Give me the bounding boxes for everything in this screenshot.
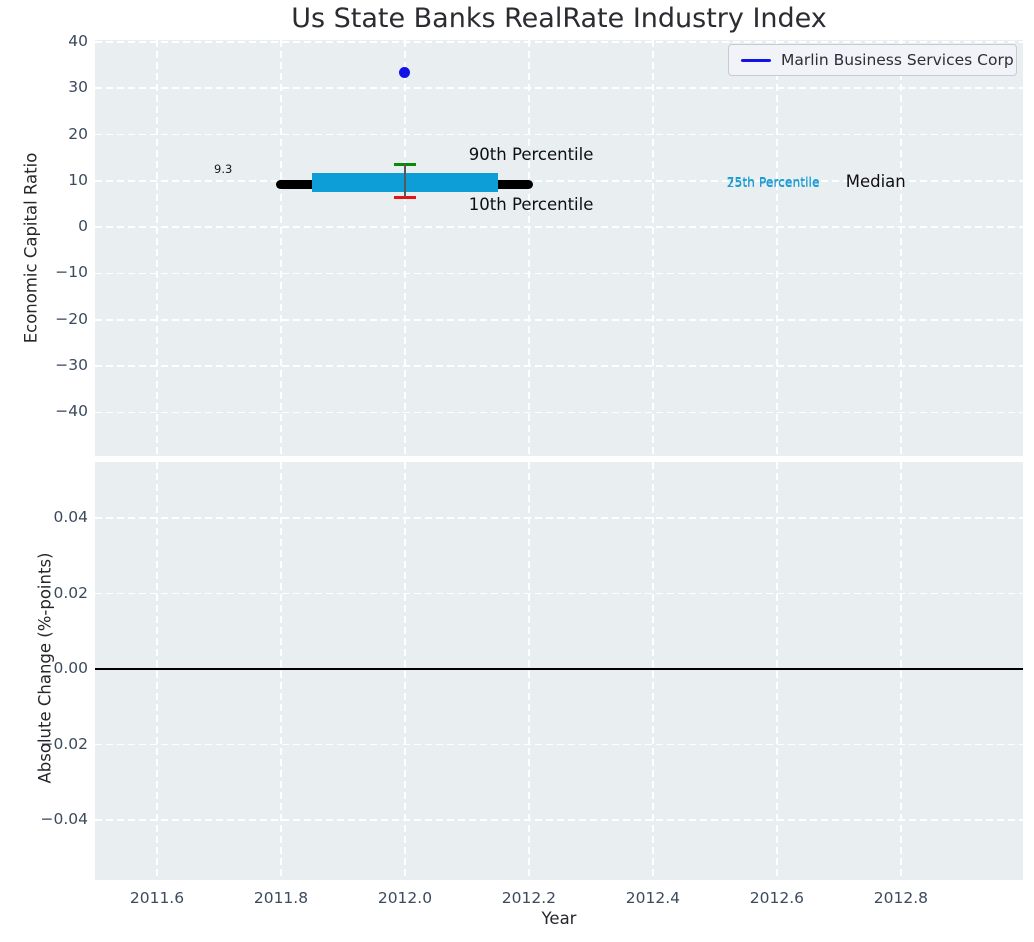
top-axes [95,40,1023,456]
legend-box: Marlin Business Services Corp [728,44,1017,76]
x-tick-label: 2012.0 [360,889,450,908]
y-gridline [95,319,1023,321]
x-gridline [156,462,158,880]
x-gridline [776,40,778,456]
x-axis-label: Year [95,909,1023,928]
y-gridline [95,819,1023,821]
y-gridline [95,41,1023,43]
x-tick-label: 2011.8 [236,889,326,908]
x-tick-label: 2012.8 [856,889,946,908]
annotation-9-3: 9.3 [214,163,232,177]
figure-root: Us State Banks RealRate Industry Index M… [0,0,1034,942]
y-tick-label: −40 [20,402,88,421]
y-gridline [95,593,1023,595]
y-gridline [95,412,1023,414]
x-gridline [776,462,778,880]
y-gridline [95,134,1023,136]
x-gridline [404,462,406,880]
legend-label: Marlin Business Services Corp [781,51,1014,69]
bottom-axes [95,462,1023,880]
whisker-line [404,164,406,197]
annotation-90th-percentile: 90th Percentile [469,145,594,165]
x-gridline [156,40,158,456]
annotation-25th-percentile: 25th Percentile [727,176,820,191]
chart-title: Us State Banks RealRate Industry Index [95,3,1023,34]
y-gridline [95,744,1023,746]
annotation-10th-percentile: 10th Percentile [469,195,594,215]
y-tick-label: −30 [20,356,88,375]
x-gridline [652,40,654,456]
y-gridline [95,226,1023,228]
x-gridline [900,40,902,456]
x-gridline [280,462,282,880]
x-gridline [404,40,406,456]
x-gridline [528,462,530,880]
y-gridline [95,517,1023,519]
x-gridline [652,462,654,880]
y-tick-label: −0.04 [20,810,88,829]
zero-line [95,668,1023,670]
x-tick-label: 2012.6 [732,889,822,908]
x-gridline [900,462,902,880]
y-tick-label: 40 [20,32,88,51]
y-tick-label: 0.04 [20,508,88,527]
legend-line-icon [741,59,771,62]
x-tick-label: 2012.4 [608,889,698,908]
y-tick-label: 20 [20,125,88,144]
y-tick-label: 30 [20,78,88,97]
x-tick-label: 2011.6 [112,889,202,908]
y-gridline [95,365,1023,367]
y-gridline [95,87,1023,89]
annotation-median: Median [846,172,906,192]
y-gridline [95,273,1023,275]
x-gridline [528,40,530,456]
x-tick-label: 2012.2 [484,889,574,908]
x-gridline [280,40,282,456]
